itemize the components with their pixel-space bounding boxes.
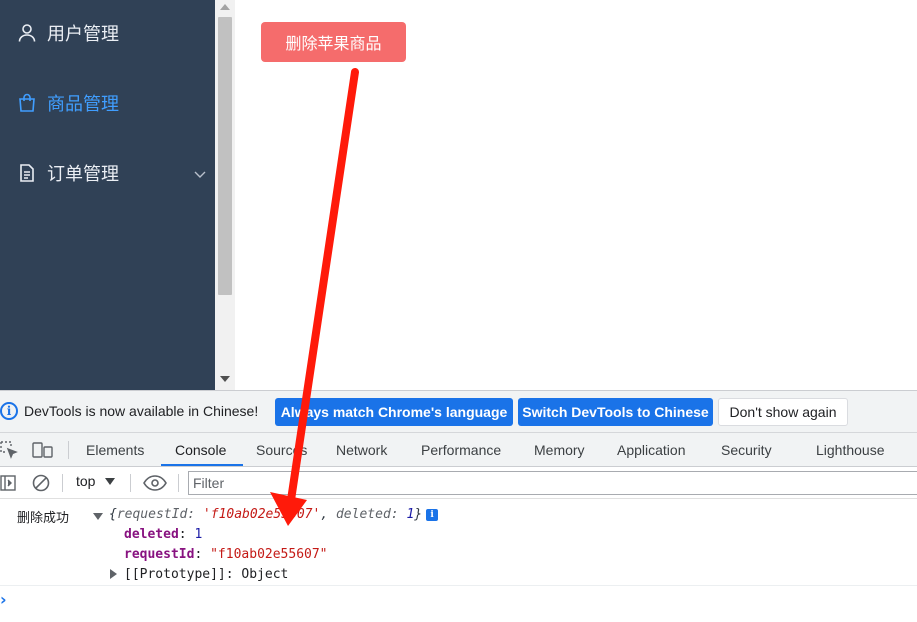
info-icon: i bbox=[0, 402, 18, 420]
tab-divider bbox=[68, 441, 69, 459]
console-filter-input[interactable] bbox=[188, 471, 917, 495]
context-selector[interactable]: top bbox=[76, 473, 116, 489]
sidebar-item-label: 商品管理 bbox=[47, 94, 119, 115]
device-toolbar-icon[interactable] bbox=[32, 441, 54, 463]
tab-sources[interactable]: Sources bbox=[256, 433, 307, 467]
tab-lighthouse[interactable]: Lighthouse bbox=[816, 433, 885, 467]
object-property-row: requestId: "f10ab02e55607" bbox=[124, 547, 328, 562]
sidebar-item-product-management[interactable]: 商品管理 bbox=[0, 78, 215, 128]
inspect-element-icon[interactable] bbox=[0, 441, 18, 463]
expand-triangle-icon[interactable] bbox=[93, 513, 103, 520]
scroll-thumb[interactable] bbox=[218, 17, 232, 295]
infobar-message: DevTools is now available in Chinese! bbox=[24, 403, 259, 419]
object-summary[interactable]: {requestId: 'f10ab02e55607', deleted: 1}… bbox=[109, 507, 439, 522]
scroll-down-arrow-icon[interactable] bbox=[220, 376, 230, 382]
console-divider bbox=[0, 585, 917, 586]
scroll-up-arrow-icon[interactable] bbox=[220, 4, 230, 10]
console-log-label: 删除成功 bbox=[17, 511, 70, 526]
caret-down-icon bbox=[105, 477, 116, 485]
tab-console[interactable]: Console bbox=[175, 433, 226, 467]
tab-security[interactable]: Security bbox=[721, 433, 772, 467]
toolbar-divider bbox=[178, 474, 179, 492]
tab-application[interactable]: Application bbox=[617, 433, 686, 467]
collapsed-triangle-icon[interactable] bbox=[110, 569, 117, 579]
console-output: 删除成功 {requestId: 'f10ab02e55607', delete… bbox=[0, 499, 917, 622]
clear-console-icon[interactable] bbox=[32, 474, 50, 496]
document-icon bbox=[16, 162, 38, 184]
sidebar-item-label: 用户管理 bbox=[47, 24, 119, 45]
always-match-language-button[interactable]: Always match Chrome's language bbox=[275, 398, 513, 426]
user-icon bbox=[16, 22, 38, 44]
chevron-down-icon[interactable] bbox=[193, 165, 207, 179]
page-scrollbar[interactable] bbox=[215, 0, 235, 390]
shopping-bag-icon bbox=[16, 92, 38, 114]
tab-network[interactable]: Network bbox=[336, 433, 387, 467]
dont-show-again-button[interactable]: Don't show again bbox=[718, 398, 848, 426]
eye-icon[interactable] bbox=[143, 475, 167, 495]
object-prototype-row[interactable]: [[Prototype]]: Object bbox=[124, 567, 288, 582]
app-window: 用户管理 商品管理 订单管理 删除苹果商品 i DevTools is now … bbox=[0, 0, 917, 622]
info-badge-icon[interactable]: i bbox=[426, 509, 439, 521]
sidebar-item-user-management[interactable]: 用户管理 bbox=[0, 8, 215, 58]
console-prompt[interactable]: › bbox=[0, 590, 7, 609]
context-selector-value: top bbox=[76, 473, 96, 489]
tab-performance[interactable]: Performance bbox=[421, 433, 501, 467]
devtools-panel: i DevTools is now available in Chinese! … bbox=[0, 390, 917, 622]
devtools-tabbar: Elements Console Sources Network Perform… bbox=[0, 433, 917, 467]
sidebar: 用户管理 商品管理 订单管理 bbox=[0, 0, 215, 390]
active-tab-indicator bbox=[161, 464, 243, 466]
sidebar-toggle-icon[interactable] bbox=[0, 475, 16, 495]
toolbar-divider bbox=[62, 474, 63, 492]
delete-apple-product-button[interactable]: 删除苹果商品 bbox=[261, 22, 406, 62]
toolbar-divider bbox=[130, 474, 131, 492]
console-toolbar: top bbox=[0, 467, 917, 499]
sidebar-item-label: 订单管理 bbox=[47, 164, 119, 185]
devtools-language-infobar: i DevTools is now available in Chinese! … bbox=[0, 391, 917, 433]
tab-memory[interactable]: Memory bbox=[534, 433, 585, 467]
tab-elements[interactable]: Elements bbox=[86, 433, 144, 467]
switch-to-chinese-button[interactable]: Switch DevTools to Chinese bbox=[518, 398, 713, 426]
object-property-row: deleted: 1 bbox=[124, 527, 203, 542]
sidebar-item-order-management[interactable]: 订单管理 bbox=[0, 148, 215, 198]
